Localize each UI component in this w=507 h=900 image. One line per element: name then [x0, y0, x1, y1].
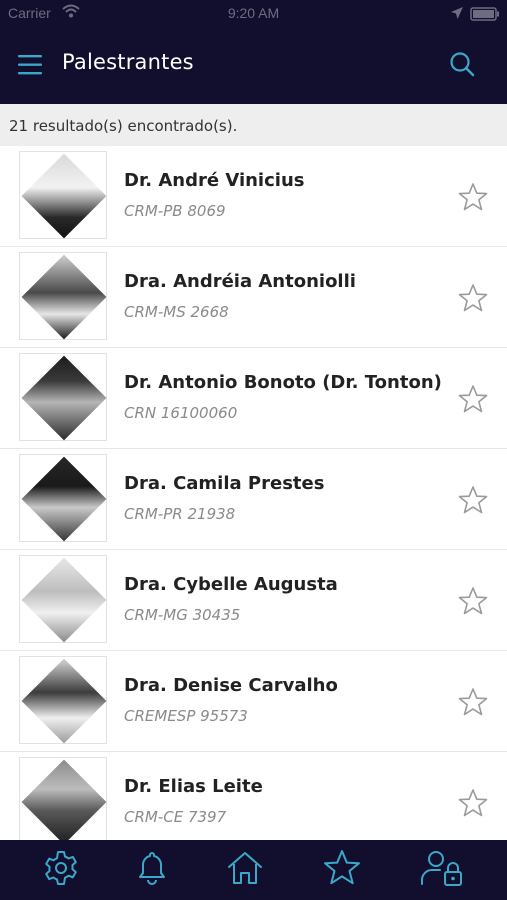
favorite-star-icon[interactable] — [457, 384, 489, 414]
speaker-registration: CRM-MS 2668 — [124, 303, 229, 321]
favorite-star-icon[interactable] — [457, 485, 489, 515]
speaker-name: Dra. Camila Prestes — [124, 473, 325, 494]
user-lock-icon[interactable] — [420, 848, 466, 888]
favorite-star-icon[interactable] — [457, 687, 489, 717]
gear-icon[interactable] — [41, 848, 81, 888]
speaker-photo-frame — [19, 555, 107, 643]
search-icon[interactable] — [448, 50, 476, 78]
speaker-photo — [21, 456, 107, 542]
speaker-registration: CRM-PB 8069 — [124, 202, 226, 220]
speaker-photo — [21, 658, 107, 744]
speaker-name: Dra. Cybelle Augusta — [124, 574, 338, 595]
status-bar: Carrier 9:20 AM — [0, 0, 507, 28]
speaker-name: Dra. Andréia Antoniolli — [124, 271, 356, 292]
speaker-registration: CREMESP 95573 — [124, 707, 248, 725]
navigation-bar: Palestrantes — [0, 28, 507, 104]
bell-icon[interactable] — [132, 848, 172, 888]
speaker-registration: CRM-PR 21938 — [124, 505, 236, 523]
speaker-name: Dr. André Vinicius — [124, 170, 305, 191]
list-item[interactable]: Dr. Elias Leite CRM-CE 7397 — [0, 752, 507, 840]
speaker-name: Dr. Elias Leite — [124, 776, 263, 797]
speaker-photo-frame — [19, 353, 107, 441]
results-count-bar: 21 resultado(s) encontrado(s). — [0, 104, 507, 146]
favorite-star-icon[interactable] — [457, 788, 489, 818]
bottom-tab-bar — [0, 840, 507, 900]
speaker-photo-frame — [19, 151, 107, 239]
star-icon[interactable] — [322, 848, 362, 888]
results-count-text: 21 resultado(s) encontrado(s). — [9, 117, 238, 135]
list-item[interactable]: Dra. Andréia Antoniolli CRM-MS 2668 — [0, 247, 507, 348]
speaker-registration: CRM-CE 7397 — [124, 808, 227, 826]
battery-icon — [470, 7, 499, 21]
speaker-name: Dr. Antonio Bonoto (Dr. Tonton) — [124, 372, 442, 393]
favorite-star-icon[interactable] — [457, 182, 489, 212]
page-title: Palestrantes — [62, 50, 194, 74]
favorite-star-icon[interactable] — [457, 586, 489, 616]
speaker-photo — [21, 759, 107, 840]
list-item[interactable]: Dra. Camila Prestes CRM-PR 21938 — [0, 449, 507, 550]
speaker-list: Dr. André Vinicius CRM-PB 8069 Dra. Andr… — [0, 146, 507, 840]
favorite-star-icon[interactable] — [457, 283, 489, 313]
speaker-photo — [21, 355, 107, 441]
speaker-photo — [21, 557, 107, 643]
speaker-registration: CRM-MG 30435 — [124, 606, 241, 624]
location-arrow-icon — [451, 7, 463, 19]
speaker-name: Dra. Denise Carvalho — [124, 675, 338, 696]
home-icon[interactable] — [225, 848, 265, 888]
list-item[interactable]: Dr. Antonio Bonoto (Dr. Tonton) CRN 1610… — [0, 348, 507, 449]
speaker-registration: CRN 16100060 — [124, 404, 238, 422]
list-item[interactable]: Dra. Denise Carvalho CREMESP 95573 — [0, 651, 507, 752]
speaker-photo — [21, 153, 107, 239]
speaker-photo-frame — [19, 656, 107, 744]
list-item[interactable]: Dra. Cybelle Augusta CRM-MG 30435 — [0, 550, 507, 651]
speaker-photo-frame — [19, 454, 107, 542]
list-item[interactable]: Dr. André Vinicius CRM-PB 8069 — [0, 146, 507, 247]
speaker-photo-frame — [19, 252, 107, 340]
clock-time: 9:20 AM — [227, 5, 280, 21]
hamburger-menu-icon[interactable] — [16, 52, 44, 78]
speaker-photo — [21, 254, 107, 340]
speaker-photo-frame — [19, 757, 107, 840]
